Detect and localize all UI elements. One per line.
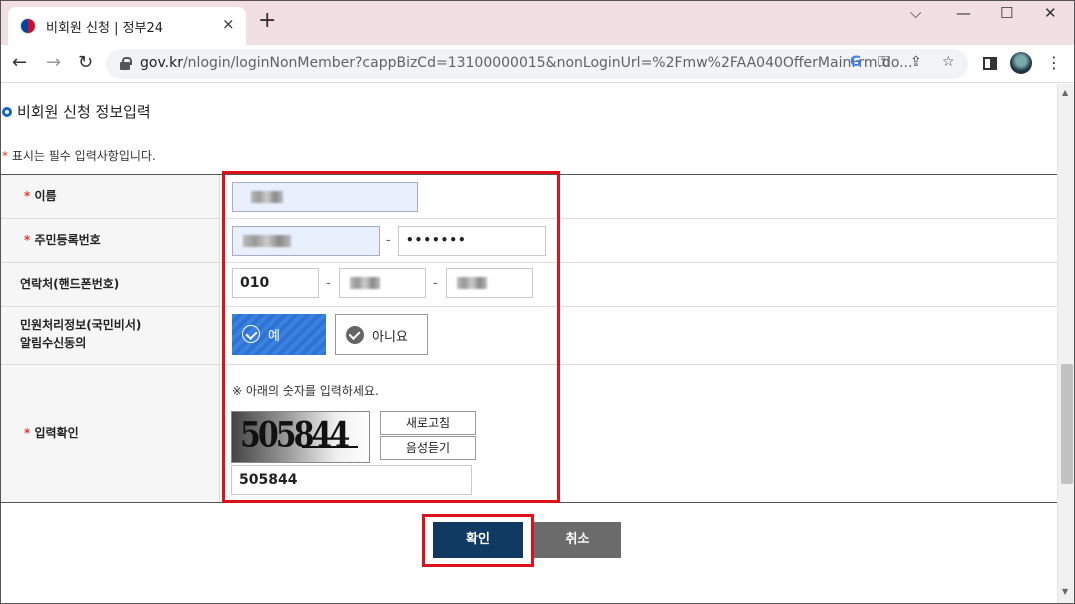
confirm-highlight-box bbox=[422, 514, 534, 567]
tab-search-icon[interactable]: ⌵ bbox=[910, 4, 921, 22]
address-bar-row: ← → ↻ gov.kr/nlogin/loginNonMember?cappB… bbox=[0, 45, 1075, 83]
tab-close-icon[interactable]: × bbox=[222, 15, 235, 33]
scroll-thumb[interactable] bbox=[1061, 364, 1073, 484]
cancel-button[interactable]: 취소 bbox=[534, 522, 621, 558]
side-panel-icon[interactable] bbox=[983, 57, 997, 70]
scroll-up-arrow-icon[interactable]: ▲ bbox=[1062, 88, 1068, 97]
browser-menu-icon[interactable]: ⋮ bbox=[1046, 53, 1062, 72]
url-text[interactable]: gov.kr/nlogin/loginNonMember?cappBizCd=1… bbox=[140, 55, 913, 71]
phone-label: 연락처(핸드폰번호) bbox=[20, 277, 120, 291]
minimize-button[interactable]: — bbox=[956, 4, 971, 22]
close-window-button[interactable]: ✕ bbox=[1044, 4, 1057, 22]
password-key-icon[interactable]: ⚿ bbox=[878, 54, 889, 70]
back-arrow-icon[interactable]: ← bbox=[12, 52, 27, 73]
page-scrollbar[interactable]: ▲ ▼ bbox=[1057, 84, 1075, 604]
required-note: * 표시는 필수 입력사항입니다. bbox=[2, 149, 156, 163]
gov-favicon-icon bbox=[20, 18, 36, 34]
share-icon[interactable]: ⇪ bbox=[910, 54, 922, 70]
lock-icon[interactable] bbox=[120, 57, 132, 70]
captcha-label: * 입력확인 bbox=[24, 426, 79, 440]
form-highlight-box bbox=[222, 171, 560, 503]
tab-title: 비회원 신청 | 정부24 bbox=[46, 21, 164, 36]
scroll-down-arrow-icon[interactable]: ▼ bbox=[1062, 587, 1068, 596]
maximize-button[interactable]: ☐ bbox=[1000, 4, 1013, 22]
bookmark-star-icon[interactable]: ☆ bbox=[942, 54, 955, 70]
google-lens-icon[interactable]: G bbox=[850, 54, 862, 70]
section-title: 비회원 신청 정보입력 bbox=[2, 101, 151, 122]
browser-tab-bar: 비회원 신청 | 정부24 × + ⌵ — ☐ ✕ bbox=[0, 0, 1075, 45]
new-tab-button[interactable]: + bbox=[258, 10, 276, 32]
rrn-label: * 주민등록번호 bbox=[24, 233, 101, 247]
consent-label: 민원처리정보(국민비서) 알림수신동의 bbox=[20, 318, 142, 350]
circle-bullet-icon bbox=[2, 107, 12, 117]
name-label: * 이름 bbox=[24, 189, 57, 203]
url-omnibox[interactable]: gov.kr/nlogin/loginNonMember?cappBizCd=1… bbox=[106, 49, 968, 79]
forward-arrow-icon[interactable]: → bbox=[46, 52, 61, 73]
profile-avatar[interactable] bbox=[1010, 52, 1032, 74]
reload-icon[interactable]: ↻ bbox=[78, 52, 93, 73]
browser-tab[interactable]: 비회원 신청 | 정부24 × bbox=[8, 7, 246, 45]
